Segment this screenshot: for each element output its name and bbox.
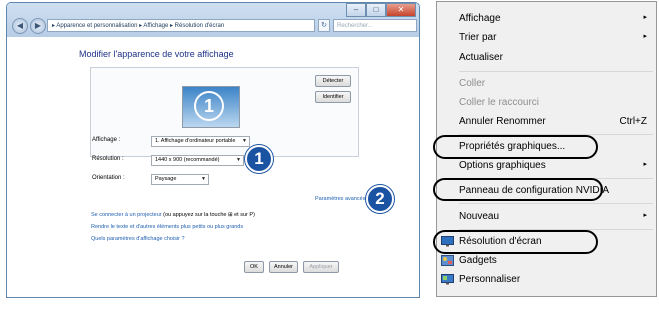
menu-item-coller: Coller	[459, 78, 486, 89]
menu-item-nouveau[interactable]: Nouveau ▸	[459, 211, 649, 222]
menu-item-gadgets[interactable]: Gadgets	[459, 255, 649, 266]
menu-item-affichage[interactable]: Affichage ▸	[459, 13, 649, 24]
menu-item-label: Annuler Renommer	[459, 116, 546, 127]
orientation-dropdown-value: Paysage	[155, 176, 177, 182]
menu-separator	[459, 71, 653, 72]
text-size-link[interactable]: Rendre le texte et d'autres éléments plu…	[91, 224, 243, 230]
menu-item-label: Affichage	[459, 13, 501, 24]
cancel-button[interactable]: Annuler	[269, 261, 298, 273]
submenu-arrow-icon: ▸	[643, 161, 647, 168]
window-content: Modifier l'apparence de votre affichage …	[7, 37, 419, 297]
projector-link-row: Se connecter à un projecteur (ou appuyez…	[91, 212, 255, 218]
resolution-dropdown[interactable]: 1440 x 900 (recommandé) ▼	[151, 155, 244, 166]
chevron-down-icon: ▼	[201, 176, 206, 182]
refresh-button[interactable]: ↻	[318, 19, 330, 32]
chevron-down-icon: ▼	[236, 157, 241, 163]
menu-item-label: Options graphiques	[459, 160, 546, 171]
resolution-label: Résolution :	[92, 156, 124, 162]
menu-item-label: Trier par	[459, 32, 497, 43]
projector-hint: (ou appuyez sur la touche ⊞ et sur P)	[163, 212, 255, 218]
detect-button[interactable]: Détecter	[315, 75, 351, 87]
identify-button[interactable]: Identifier	[315, 91, 351, 103]
menu-item-options-graphiques[interactable]: Options graphiques ▸	[459, 160, 649, 171]
nav-buttons: ◀ ▶	[12, 18, 46, 34]
orientation-dropdown[interactable]: Paysage ▼	[151, 174, 209, 185]
close-button[interactable]: ✕	[386, 3, 416, 17]
gadgets-icon	[441, 255, 454, 266]
shortcut-text: Ctrl+Z	[619, 116, 648, 127]
advanced-settings-link[interactable]: Paramètres avancés	[315, 196, 365, 202]
address-bar[interactable]: ▸ Apparence et personnalisation ▸ Affich…	[47, 19, 315, 32]
highlight-ring-proprietes	[433, 135, 598, 159]
projector-link[interactable]: Se connecter à un projecteur	[91, 212, 162, 218]
display-settings-window: – □ ✕ ◀ ▶ ▸ Apparence et personnalisatio…	[6, 2, 420, 298]
monitor-icon[interactable]: 1	[182, 86, 240, 128]
maximize-button[interactable]: □	[366, 3, 386, 17]
minimize-button[interactable]: –	[346, 3, 366, 17]
window-controls: – □ ✕	[346, 3, 416, 17]
menu-item-label: Nouveau	[459, 211, 500, 222]
back-button[interactable]: ◀	[12, 18, 28, 34]
menu-item-personnaliser[interactable]: Personnaliser	[459, 274, 649, 285]
submenu-arrow-icon: ▸	[643, 14, 647, 21]
menu-item-coller-raccourci: Coller le raccourci	[459, 97, 540, 108]
menu-item-trier-par[interactable]: Trier par ▸	[459, 32, 649, 43]
submenu-arrow-icon: ▸	[643, 33, 647, 40]
submenu-arrow-icon: ▸	[643, 212, 647, 219]
chevron-down-icon: ▼	[242, 138, 247, 144]
highlight-ring-resolution	[433, 230, 598, 254]
ok-button[interactable]: OK	[244, 261, 264, 273]
callout-badge-2: 2	[366, 185, 394, 213]
search-input[interactable]: Rechercher...	[333, 19, 417, 32]
monitor-number: 1	[194, 91, 224, 121]
menu-separator	[459, 203, 653, 204]
orientation-label: Orientation :	[92, 175, 125, 181]
resolution-dropdown-value: 1440 x 900 (recommandé)	[155, 157, 220, 163]
display-dropdown-value: 1. Affichage d'ordinateur portable	[155, 138, 236, 144]
callout-badge-1: 1	[245, 145, 273, 173]
title-bar: – □ ✕ ◀ ▶ ▸ Apparence et personnalisatio…	[7, 3, 419, 37]
menu-item-actualiser[interactable]: Actualiser	[459, 52, 649, 63]
highlight-ring-nvidia	[433, 178, 603, 201]
menu-item-annuler-renommer[interactable]: Annuler Renommer Ctrl+Z	[459, 116, 649, 127]
page-title: Modifier l'apparence de votre affichage	[79, 49, 234, 59]
apply-button[interactable]: Appliquer	[303, 261, 339, 273]
forward-button[interactable]: ▶	[30, 18, 46, 34]
display-label: Affichage :	[92, 137, 121, 143]
display-dropdown[interactable]: 1. Affichage d'ordinateur portable ▼	[151, 136, 250, 147]
personalize-icon	[441, 274, 454, 285]
which-settings-link[interactable]: Quels paramètres d'affichage choisir ?	[91, 236, 185, 242]
